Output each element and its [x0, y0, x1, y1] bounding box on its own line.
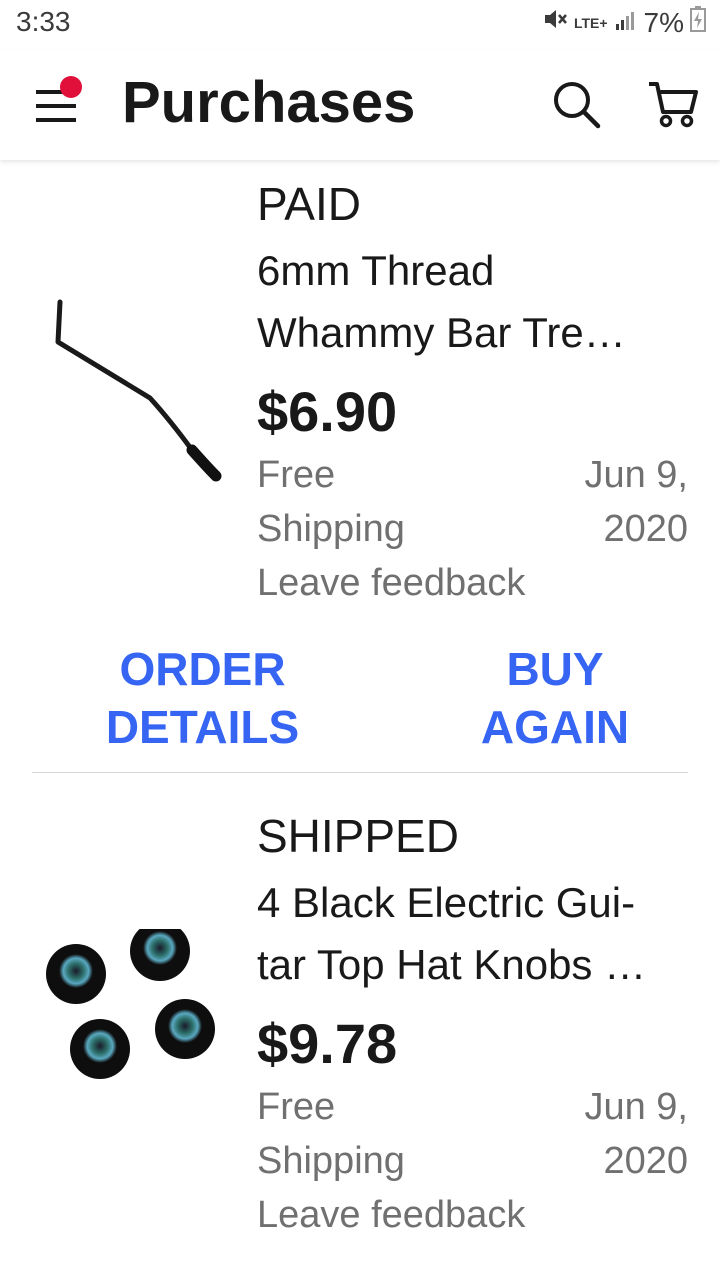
order-actions: ORDER DETAILS BUY AGAIN: [0, 640, 720, 760]
divider: [32, 772, 688, 773]
whammy-bar-image[interactable]: [30, 280, 230, 500]
signal-icon: [614, 7, 638, 39]
order-status: PAID: [257, 178, 361, 230]
order-details-button[interactable]: ORDER DETAILS: [100, 640, 305, 756]
app-bar: Purchases: [0, 50, 720, 160]
item-title-line: 6mm Thread: [257, 247, 495, 294]
shipping-text: Shipping: [257, 508, 405, 550]
buy-again-label: BUY: [506, 643, 604, 695]
shipping-text: Free: [257, 1086, 336, 1128]
guitar-knobs-image[interactable]: [30, 921, 230, 1169]
status-indicators: LTE+ 7%: [542, 6, 706, 39]
order-info: SHIPPED 4 Black Electric Gui- tar Top Ha…: [257, 808, 688, 1242]
meta-row: Free Shipping Jun 9, 2020: [257, 1080, 688, 1188]
item-title-line: tar Top Hat Knobs …: [257, 941, 647, 988]
purchases-list: PAID 6mm Thread Whammy Bar Tre… $6.90 Fr…: [0, 160, 720, 1280]
buy-again-button[interactable]: BUY AGAIN: [470, 640, 640, 756]
mute-icon: [542, 6, 568, 39]
date-text: Jun 9,: [584, 454, 688, 496]
order-details-label: DETAILS: [105, 701, 300, 753]
order-info: PAID 6mm Thread Whammy Bar Tre… $6.90 Fr…: [257, 176, 688, 610]
date-text: 2020: [603, 1140, 688, 1182]
cart-button[interactable]: [645, 76, 701, 132]
lte-label: LTE+: [573, 14, 608, 31]
search-button[interactable]: [550, 78, 604, 132]
item-price: $6.90: [257, 380, 398, 443]
cart-icon: [649, 82, 698, 128]
shipping-info: Free Shipping: [257, 448, 457, 556]
battery-charging-icon: [690, 6, 706, 39]
date-text: Jun 9,: [584, 1086, 688, 1128]
item-title-line: Whammy Bar Tre…: [257, 309, 626, 356]
leave-feedback-link[interactable]: Leave feedback: [257, 556, 688, 610]
page-title: Purchases: [122, 70, 416, 135]
item-title-line: 4 Black Electric Gui-: [257, 879, 636, 926]
item-title[interactable]: 4 Black Electric Gui- tar Top Hat Knobs …: [257, 872, 688, 996]
date-text: 2020: [603, 508, 688, 550]
shipping-text: Free: [257, 454, 336, 496]
status-time: 3:33: [16, 6, 71, 37]
buy-again-label: AGAIN: [480, 701, 630, 753]
order-date: Jun 9, 2020: [508, 448, 688, 556]
status-bar: 3:33 LTE+ 7%: [0, 0, 720, 50]
shipping-text: Shipping: [257, 1140, 405, 1182]
shipping-info: Free Shipping: [257, 1080, 457, 1188]
item-title[interactable]: 6mm Thread Whammy Bar Tre…: [257, 240, 688, 364]
item-price: $9.78: [257, 1012, 398, 1075]
battery-percent: 7%: [643, 6, 684, 38]
order-card[interactable]: PAID 6mm Thread Whammy Bar Tre… $6.90 Fr…: [0, 160, 720, 774]
search-icon: [554, 82, 601, 129]
leave-feedback-link[interactable]: Leave feedback: [257, 1188, 688, 1242]
order-card[interactable]: SHIPPED 4 Black Electric Gui- tar Top Ha…: [0, 774, 720, 1280]
meta-row: Free Shipping Jun 9, 2020: [257, 448, 688, 556]
order-details-label: ORDER: [119, 643, 286, 695]
order-date: Jun 9, 2020: [508, 1080, 688, 1188]
order-status: SHIPPED: [257, 810, 459, 862]
notification-dot: [60, 76, 82, 98]
